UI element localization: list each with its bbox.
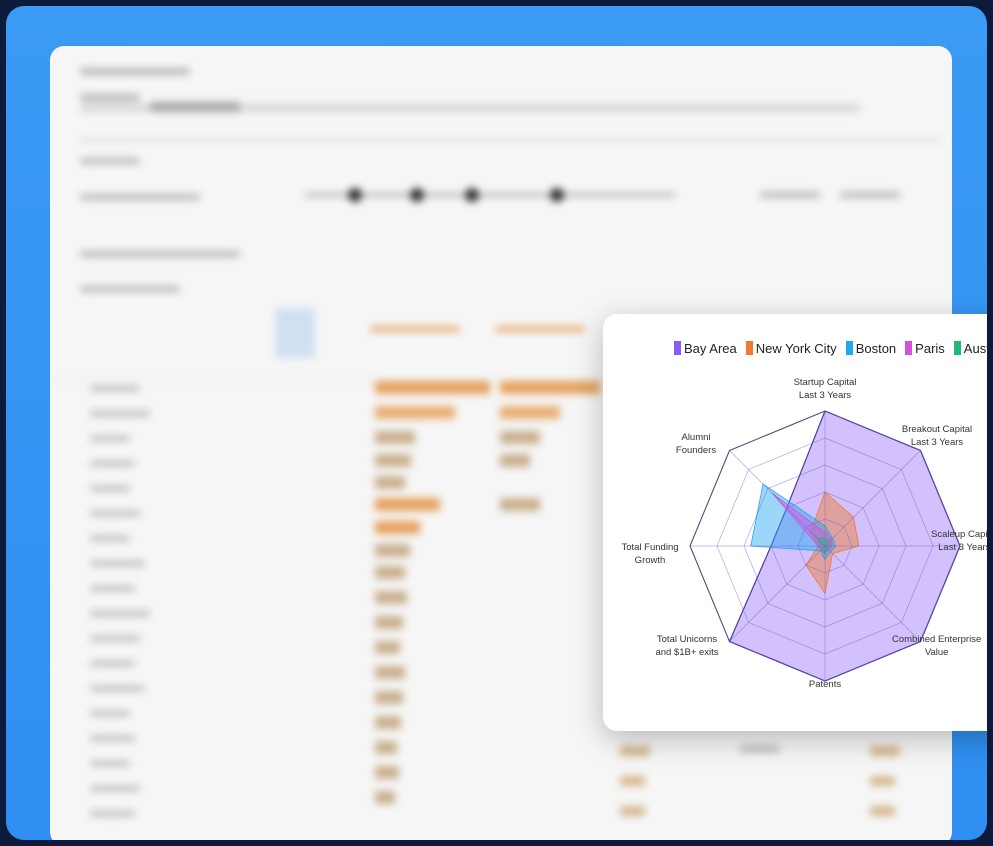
axis-label-line: and $1B+ exits — [655, 647, 719, 658]
axis-label-line: Founders — [675, 445, 717, 456]
axis-label-line: Last 3 Years — [910, 437, 964, 448]
axis-label-line: Growth — [634, 555, 666, 566]
axis-label-line: Patents — [808, 679, 842, 690]
axis-label: Combined Enterprise Value — [892, 633, 981, 659]
axis-label-line: Breakout Capital — [901, 424, 973, 435]
axis-label-line: Scaleup Capital — [931, 529, 987, 540]
axis-label: Startup Capital Last 3 Years — [794, 376, 857, 402]
background-frame: Bay AreaNew York CityBostonParisAustin S… — [6, 6, 987, 840]
axis-label-line: Alumni — [681, 432, 711, 443]
axis-label: Scaleup Capital Last 3 Years — [931, 528, 987, 554]
axis-label: Alumni Founders — [676, 431, 716, 457]
axis-label: Patents — [809, 678, 841, 691]
axis-label-line: Last 3 Years — [938, 542, 987, 553]
axis-label-line: Last 3 Years — [798, 390, 852, 401]
radar-chart-card: Bay AreaNew York CityBostonParisAustin S… — [603, 314, 987, 731]
axis-label-line: Total Funding — [621, 542, 679, 553]
axis-label-line: Total Unicorns — [656, 634, 718, 645]
axis-label-line: Value — [924, 647, 949, 658]
axis-label: Breakout Capital Last 3 Years — [902, 423, 972, 449]
axis-label-line: Startup Capital — [793, 377, 857, 388]
axis-label: Total Unicorns and $1B+ exits — [655, 633, 718, 659]
axis-label: Total Funding Growth — [621, 541, 678, 567]
axis-label-line: Combined Enterprise — [892, 634, 982, 645]
